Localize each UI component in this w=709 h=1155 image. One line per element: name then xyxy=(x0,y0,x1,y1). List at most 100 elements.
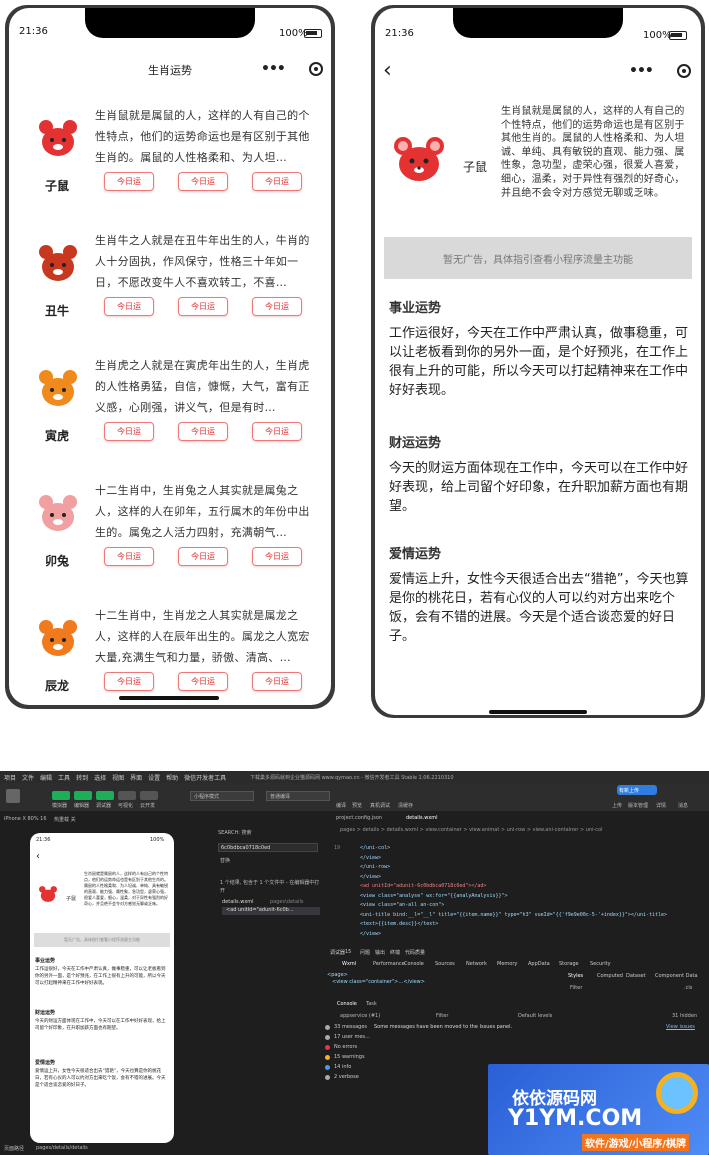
panel-tab[interactable]: 问题 xyxy=(360,949,370,956)
today-fortune-button[interactable]: 今日运 xyxy=(252,422,302,441)
wxml-page-node[interactable]: <page> xyxy=(327,972,348,978)
code-line[interactable]: </view> xyxy=(360,874,381,880)
capsule-menu[interactable]: ••• xyxy=(261,58,323,80)
today-fortune-button[interactable]: 今日运 xyxy=(104,547,154,566)
bottom-path[interactable]: pages/details/details xyxy=(36,1145,88,1151)
styles-filter[interactable]: Filter xyxy=(570,985,582,991)
view-issues-link[interactable]: View issues xyxy=(666,1024,695,1030)
code-line[interactable]: </uni-row> xyxy=(360,864,390,870)
panel-tab[interactable]: 输出 xyxy=(375,949,385,956)
console-group[interactable]: 14 info xyxy=(325,1064,351,1070)
menu-item[interactable]: 微信开发者工具 xyxy=(184,773,226,782)
code-line[interactable]: <uni-title bind:__l="__l" title="{{item.… xyxy=(360,912,667,918)
preview-button[interactable]: 预览 xyxy=(352,802,362,809)
cls-toggle[interactable]: .cls xyxy=(684,985,692,991)
simulator-toggle[interactable] xyxy=(52,791,70,800)
code-line[interactable]: </view> xyxy=(360,931,381,937)
more-icon[interactable]: ••• xyxy=(261,61,286,77)
menu-item[interactable]: 帮助 xyxy=(166,773,178,782)
code-line[interactable]: <view class="an-all an-con"> xyxy=(360,902,444,908)
code-line[interactable]: <view class="analyse" wx:for="{{analyAna… xyxy=(360,893,508,899)
search-result-file[interactable]: details.wxml xyxy=(222,899,254,905)
styles-tab[interactable]: Computed xyxy=(597,973,623,979)
code-line[interactable]: <text>{{item.desc}}</text> xyxy=(360,921,438,927)
inspector-tab[interactable]: Storage xyxy=(559,961,579,967)
panel-tab[interactable]: 调试器 xyxy=(330,949,345,956)
version-button[interactable]: 版本管理 xyxy=(628,802,648,809)
console-group[interactable]: 2 verbose xyxy=(325,1074,359,1080)
hotreload-toggle[interactable]: 热重载 关 xyxy=(54,816,76,823)
zodiac-desc[interactable]: 生肖虎之人就是在寅虎年出生的人，生肖虎的人性格勇猛，自信，慷慨，大气，富有正义感… xyxy=(95,355,320,418)
today-fortune-button[interactable]: 今日运 xyxy=(178,672,228,691)
inspector-tab[interactable]: Sources xyxy=(435,961,455,967)
panel-tab[interactable]: 终端 xyxy=(390,949,400,956)
panel-tab[interactable]: 代码质量 xyxy=(405,949,425,956)
search-hint[interactable]: 1 个结果, 包含于 1 个文件中 - 在编辑器中打开 xyxy=(220,879,320,895)
details-button[interactable]: 详情 xyxy=(656,802,666,809)
visual-toggle[interactable] xyxy=(118,791,136,800)
compile-select[interactable]: 普通编译 xyxy=(266,791,330,801)
today-fortune-button[interactable]: 今日运 xyxy=(104,172,154,191)
menu-item[interactable]: 文件 xyxy=(22,773,34,782)
console-group[interactable]: No errors xyxy=(325,1044,357,1050)
inspector-tab[interactable]: Performance xyxy=(373,961,405,967)
editor-toggle[interactable] xyxy=(74,791,92,800)
close-target-icon[interactable] xyxy=(677,64,691,78)
inspector-tab[interactable]: Wxml xyxy=(342,961,356,967)
code-line[interactable]: <ad unitId="adunit-6c0bdbca0718c0ed"></a… xyxy=(360,883,486,889)
menu-item[interactable]: 转到 xyxy=(76,773,88,782)
capsule-menu[interactable]: ••• xyxy=(629,60,691,82)
inspector-tab[interactable]: AppData xyxy=(528,961,550,967)
search-input[interactable]: 6c0bdbca0718c0ed xyxy=(218,843,318,852)
console-group[interactable]: 17 user mes... xyxy=(325,1034,370,1040)
levels-select[interactable]: Default levels xyxy=(518,1013,552,1019)
styles-tab[interactable]: Component Data xyxy=(655,973,698,979)
menu-item[interactable]: 视图 xyxy=(112,773,124,782)
code-line[interactable]: </uni-col> xyxy=(360,845,390,851)
styles-tab[interactable]: Styles xyxy=(568,973,583,979)
panel-tab[interactable]: 15 xyxy=(345,949,351,955)
inspector-tab[interactable]: Console xyxy=(404,961,424,967)
avatar[interactable] xyxy=(6,789,20,803)
today-fortune-button[interactable]: 今日运 xyxy=(252,297,302,316)
compile-button[interactable]: 编译 xyxy=(336,802,346,809)
clear-cache-button[interactable]: 清缓存 xyxy=(398,802,413,809)
upload-button[interactable]: 上传 xyxy=(612,802,622,809)
today-fortune-button[interactable]: 今日运 xyxy=(178,422,228,441)
inspector-tab[interactable]: Memory xyxy=(497,961,517,967)
today-fortune-button[interactable]: 今日运 xyxy=(178,547,228,566)
more-icon[interactable]: ••• xyxy=(629,63,654,79)
console-filter[interactable]: Filter xyxy=(436,1013,448,1019)
menu-item[interactable]: 工具 xyxy=(58,773,70,782)
inspector-tab[interactable]: Security xyxy=(590,961,611,967)
context-select[interactable]: appservice (#1) xyxy=(340,1013,380,1019)
menu-item[interactable]: 编辑 xyxy=(40,773,52,782)
search-result-line[interactable]: <ad unitId="adunit-6c0b... xyxy=(222,907,320,915)
device-select[interactable]: iPhone X 80% 16 xyxy=(4,816,47,822)
remote-debug-button[interactable]: 真机调试 xyxy=(370,802,390,809)
inspector-tab[interactable]: Network xyxy=(466,961,487,967)
today-fortune-button[interactable]: 今日运 xyxy=(178,297,228,316)
zodiac-desc[interactable]: 生肖鼠就是属鼠的人，这样的人有自己的个性特点，他们的运势命运也是有区别于其他生肖… xyxy=(95,105,320,168)
close-target-icon[interactable] xyxy=(309,62,323,76)
upload-badge[interactable]: 有新上传 xyxy=(617,785,657,795)
styles-tab[interactable]: Dataset xyxy=(626,973,646,979)
today-fortune-button[interactable]: 今日运 xyxy=(104,422,154,441)
today-fortune-button[interactable]: 今日运 xyxy=(104,297,154,316)
sim-back-icon[interactable]: ‹ xyxy=(36,851,40,862)
today-fortune-button[interactable]: 今日运 xyxy=(104,672,154,691)
today-fortune-button[interactable]: 今日运 xyxy=(178,172,228,191)
menu-item[interactable]: 选择 xyxy=(94,773,106,782)
editor-tab-config[interactable]: project.config.json xyxy=(336,815,382,821)
today-fortune-button[interactable]: 今日运 xyxy=(252,547,302,566)
console-tab[interactable]: Console xyxy=(337,1001,357,1007)
cloud-toggle[interactable] xyxy=(140,791,158,800)
today-fortune-button[interactable]: 今日运 xyxy=(252,172,302,191)
console-group[interactable]: 15 warnings xyxy=(325,1054,365,1060)
editor-tab-details[interactable]: details.wxml xyxy=(406,815,438,821)
menu-item[interactable]: 设置 xyxy=(148,773,160,782)
mode-select[interactable]: 小程序模式 xyxy=(190,791,254,801)
menu-item[interactable]: 界面 xyxy=(130,773,142,782)
debugger-toggle[interactable] xyxy=(96,791,114,800)
zodiac-desc[interactable]: 十二生肖中，生肖兔之人其实就是属兔之人，这样的人在卯年，五行属木的年份中出生的。… xyxy=(95,480,320,543)
